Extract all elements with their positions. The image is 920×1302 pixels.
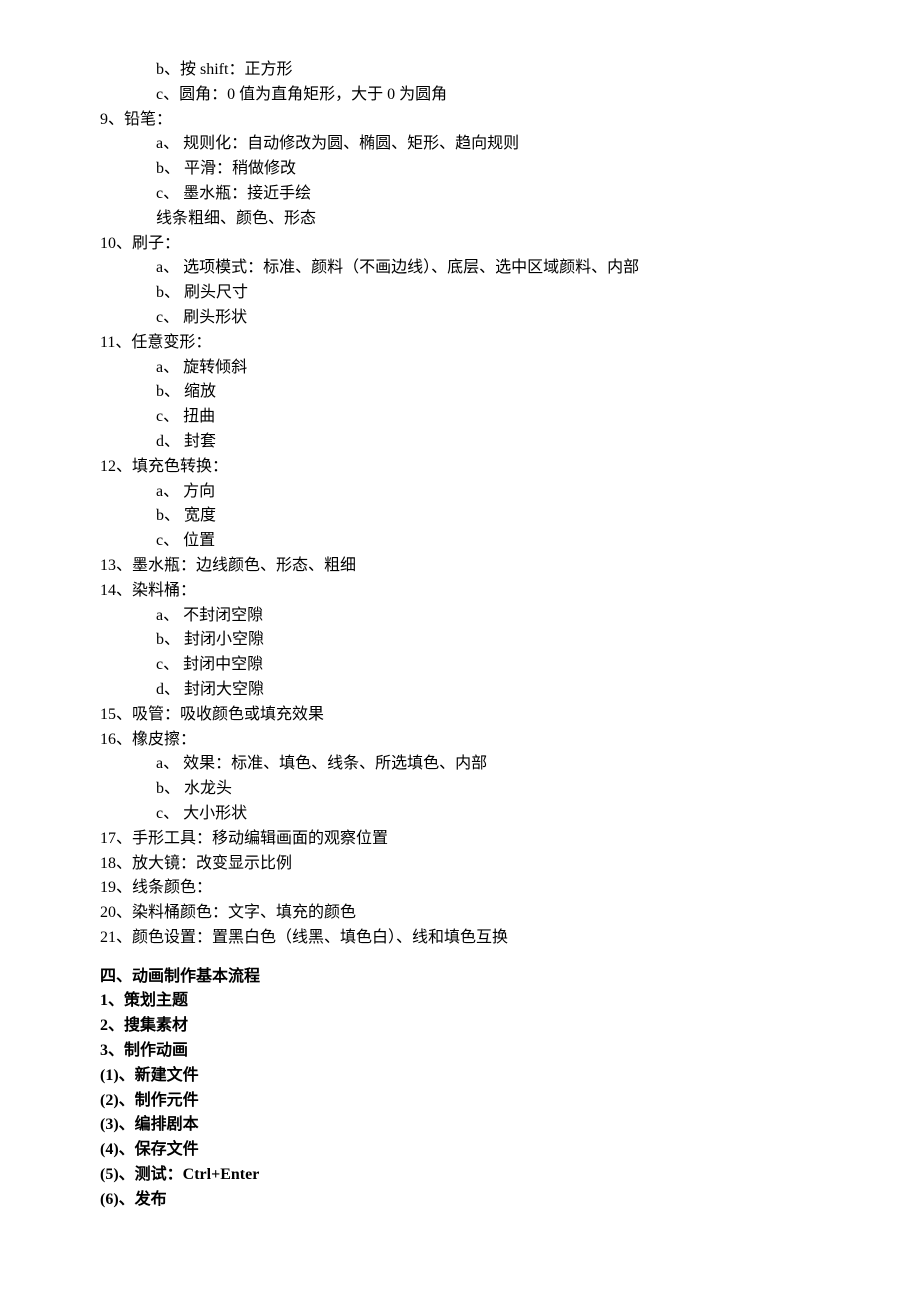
text-line bbox=[100, 951, 820, 965]
text-line: 9、铅笔： bbox=[100, 108, 820, 133]
text-line: b、 平滑：稍做修改 bbox=[100, 157, 820, 182]
text-line: 13、墨水瓶：边线颜色、形态、粗细 bbox=[100, 554, 820, 579]
text-line: a、 旋转倾斜 bbox=[100, 356, 820, 381]
text-line: 20、染料桶颜色：文字、填充的颜色 bbox=[100, 901, 820, 926]
text-line: 14、染料桶： bbox=[100, 579, 820, 604]
text-line-bold: (3)、编排剧本 bbox=[100, 1113, 820, 1138]
text-line: d、 封套 bbox=[100, 430, 820, 455]
text-line-bold: 四、动画制作基本流程 bbox=[100, 965, 820, 990]
text-line: 18、放大镜：改变显示比例 bbox=[100, 852, 820, 877]
text-line: a、 效果：标准、填色、线条、所选填色、内部 bbox=[100, 752, 820, 777]
text-line: a、 选项模式：标准、颜料（不画边线）、底层、选中区域颜料、内部 bbox=[100, 256, 820, 281]
text-line: 线条粗细、颜色、形态 bbox=[100, 207, 820, 232]
text-line: 15、吸管：吸收颜色或填充效果 bbox=[100, 703, 820, 728]
text-line: b、 缩放 bbox=[100, 380, 820, 405]
text-line-bold: (6)、发布 bbox=[100, 1188, 820, 1213]
text-line: b、 水龙头 bbox=[100, 777, 820, 802]
text-line-bold: (2)、制作元件 bbox=[100, 1089, 820, 1114]
text-line: b、 封闭小空隙 bbox=[100, 628, 820, 653]
text-line: b、 宽度 bbox=[100, 504, 820, 529]
text-line: c、 刷头形状 bbox=[100, 306, 820, 331]
text-line: 16、橡皮擦： bbox=[100, 728, 820, 753]
text-line: b、按 shift：正方形 bbox=[100, 58, 820, 83]
text-line: 10、刷子： bbox=[100, 232, 820, 257]
document-page: b、按 shift：正方形c、圆角：0 值为直角矩形，大于 0 为圆角9、铅笔：… bbox=[0, 0, 920, 1302]
text-line-bold: 3、制作动画 bbox=[100, 1039, 820, 1064]
text-line: a、 规则化：自动修改为圆、椭圆、矩形、趋向规则 bbox=[100, 132, 820, 157]
text-line: 19、线条颜色： bbox=[100, 876, 820, 901]
text-line: 17、手形工具：移动编辑画面的观察位置 bbox=[100, 827, 820, 852]
text-line-bold: 1、策划主题 bbox=[100, 989, 820, 1014]
text-line: a、 方向 bbox=[100, 480, 820, 505]
text-line: c、 墨水瓶：接近手绘 bbox=[100, 182, 820, 207]
text-line: d、 封闭大空隙 bbox=[100, 678, 820, 703]
text-line: b、 刷头尺寸 bbox=[100, 281, 820, 306]
text-line: c、圆角：0 值为直角矩形，大于 0 为圆角 bbox=[100, 83, 820, 108]
text-line: 12、填充色转换： bbox=[100, 455, 820, 480]
text-line: c、 扭曲 bbox=[100, 405, 820, 430]
text-line-bold: (4)、保存文件 bbox=[100, 1138, 820, 1163]
text-line: c、 封闭中空隙 bbox=[100, 653, 820, 678]
text-line-bold: (1)、新建文件 bbox=[100, 1064, 820, 1089]
text-line: 11、任意变形： bbox=[100, 331, 820, 356]
text-line: 21、颜色设置：置黑白色（线黑、填色白）、线和填色互换 bbox=[100, 926, 820, 951]
text-line-bold: (5)、测试：Ctrl+Enter bbox=[100, 1163, 820, 1188]
text-line: c、 位置 bbox=[100, 529, 820, 554]
text-line: c、 大小形状 bbox=[100, 802, 820, 827]
text-line: a、 不封闭空隙 bbox=[100, 604, 820, 629]
text-line-bold: 2、搜集素材 bbox=[100, 1014, 820, 1039]
